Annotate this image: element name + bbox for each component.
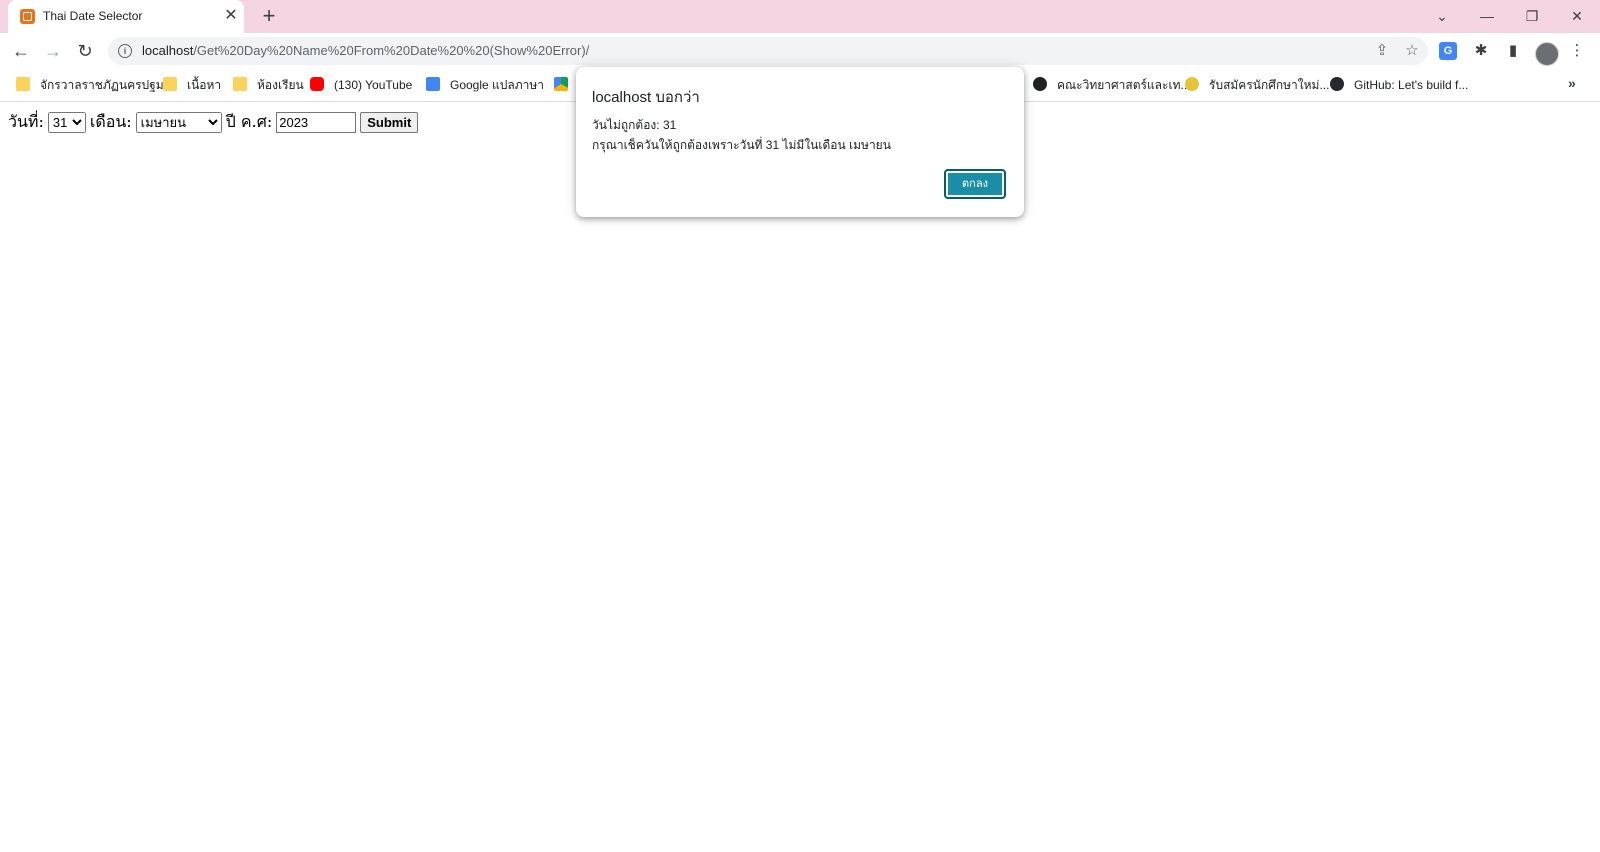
url-text[interactable]: localhost/Get%20Day%20Name%20From%20Date…: [142, 43, 589, 58]
folder-icon: [233, 77, 247, 91]
university-seal-icon: [1185, 77, 1199, 91]
forward-arrow-icon[interactable]: →: [40, 38, 66, 64]
profile-avatar[interactable]: [1535, 42, 1559, 66]
bookmarks-overflow-chevron-icon[interactable]: »: [1568, 75, 1576, 91]
bookmark-star-icon[interactable]: ☆: [1402, 41, 1422, 61]
browser-window: Thai Date Selector ✕ + ⌄ — ❐ ✕ ← → ↻ i l…: [0, 0, 1600, 852]
month-select[interactable]: เมษายน: [135, 112, 222, 133]
tab-strip: Thai Date Selector ✕ + ⌄ — ❐ ✕: [0, 0, 1600, 33]
ok-button[interactable]: ตกลง: [944, 169, 1006, 199]
bookmark-item[interactable]: Google แปลภาษา: [426, 76, 544, 94]
google-drive-icon: [554, 77, 568, 91]
submit-button[interactable]: Submit: [360, 112, 419, 133]
minimize-icon[interactable]: —: [1475, 4, 1499, 28]
browser-toolbar: ← → ↻ i localhost/Get%20Day%20Name%20Fro…: [0, 33, 1600, 69]
reload-icon[interactable]: ↻: [72, 38, 98, 64]
tab-active[interactable]: Thai Date Selector ✕: [8, 0, 244, 33]
bookmark-item[interactable]: [554, 76, 578, 94]
bookmark-item[interactable]: รับสมัครนักศึกษาใหม่...: [1185, 76, 1329, 94]
bookmark-item[interactable]: จักรวาลราชภัฏนครปฐม: [16, 76, 164, 94]
date-form: วันที่:31เดือน:เมษายนปี ค.ศ: Submit: [8, 110, 419, 135]
bookmark-item[interactable]: คณะวิทยาศาสตร์และเท...: [1033, 76, 1191, 94]
xampp-favicon-icon: [20, 9, 35, 24]
bookmark-item[interactable]: เนื้อหา: [163, 76, 221, 94]
bookmark-item[interactable]: ห้องเรียน: [233, 76, 304, 94]
tab-search-chevron-icon[interactable]: ⌄: [1430, 4, 1454, 28]
globe-icon: [1033, 77, 1047, 91]
year-label: ปี ค.ศ:: [225, 112, 273, 131]
year-input[interactable]: [276, 112, 357, 133]
bookmark-item[interactable]: (130) YouTube: [310, 76, 412, 94]
day-label: วันที่:: [8, 112, 44, 131]
address-bar[interactable]: i localhost/Get%20Day%20Name%20From%20Da…: [108, 37, 1428, 65]
side-panel-icon[interactable]: ▮: [1501, 39, 1525, 63]
google-translate-extension-icon[interactable]: G: [1439, 42, 1457, 60]
github-icon: [1330, 77, 1344, 91]
dialog-message-line: กรุณาเช็ควันให้ถูกต้องเพราะวันที่ 31 ไม่…: [592, 138, 891, 152]
menu-kebab-icon[interactable]: ⋮: [1565, 39, 1589, 63]
share-icon[interactable]: ⇪: [1372, 41, 1392, 61]
google-translate-icon: [426, 77, 440, 91]
tab-close-icon[interactable]: ✕: [222, 7, 240, 25]
dialog-message-line: วันไม่ถูกต้อง: 31: [592, 118, 677, 132]
day-select[interactable]: 31: [47, 112, 86, 133]
alert-dialog: localhost บอกว่า วันไม่ถูกต้อง: 31 กรุณา…: [576, 67, 1024, 217]
bookmark-item[interactable]: GitHub: Let's build f...: [1330, 76, 1468, 94]
dialog-title: localhost บอกว่า: [592, 89, 700, 106]
folder-icon: [16, 77, 30, 91]
back-arrow-icon[interactable]: ←: [8, 38, 34, 64]
extensions-puzzle-icon[interactable]: ✱: [1469, 39, 1493, 63]
folder-icon: [163, 77, 177, 91]
site-info-icon[interactable]: i: [118, 44, 132, 58]
tab-title: Thai Date Selector: [43, 9, 143, 23]
dialog-message: วันไม่ถูกต้อง: 31 กรุณาเช็ควันให้ถูกต้อง…: [592, 115, 891, 155]
month-label: เดือน:: [89, 112, 132, 131]
close-window-icon[interactable]: ✕: [1565, 4, 1589, 28]
youtube-icon: [310, 77, 324, 91]
new-tab-button[interactable]: +: [257, 5, 281, 29]
restore-icon[interactable]: ❐: [1520, 4, 1544, 28]
